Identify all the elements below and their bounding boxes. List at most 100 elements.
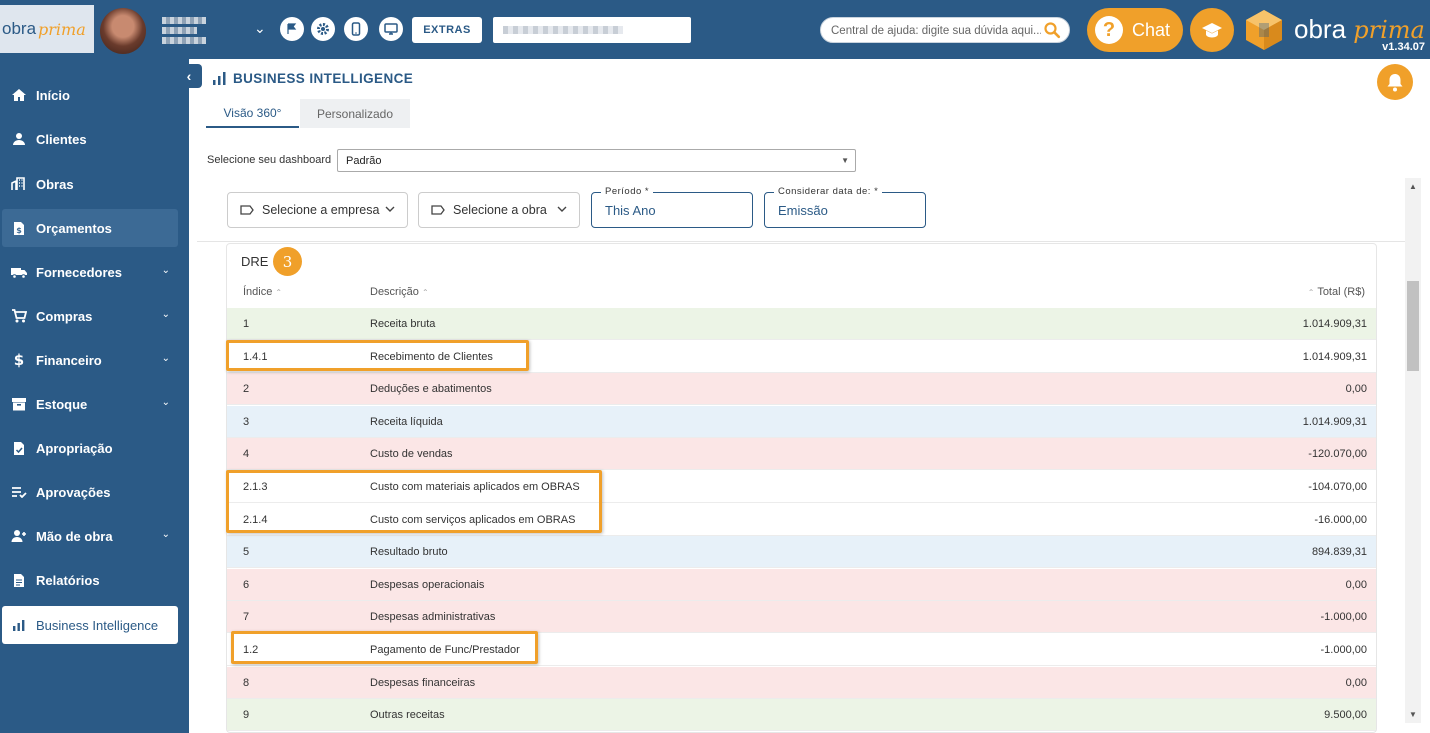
- brand-text: obra: [1294, 14, 1347, 44]
- graduation-cap-button[interactable]: [1190, 8, 1234, 52]
- table-row[interactable]: 8 Despesas financeiras 0,00: [227, 666, 1376, 699]
- dollar-icon: $: [10, 351, 28, 369]
- row-descricao: Custo de vendas: [370, 448, 453, 461]
- table-row[interactable]: 7 Despesas administrativas -1.000,00: [227, 601, 1376, 634]
- user-menu-chevron-icon[interactable]: ⌄: [254, 20, 266, 37]
- bell-icon: [1387, 74, 1403, 92]
- row-descricao: Despesas administrativas: [370, 611, 496, 624]
- help-search[interactable]: [820, 17, 1070, 43]
- sidebar-item-aprovacoes[interactable]: Aprovações: [2, 473, 178, 511]
- column-header-descricao[interactable]: Descrição ⌃: [370, 286, 429, 298]
- sidebar-item-business-intelligence[interactable]: Business Intelligence: [2, 606, 178, 644]
- extras-button[interactable]: EXTRAS: [412, 17, 482, 43]
- chat-button[interactable]: ? Chat: [1087, 8, 1183, 52]
- sidebar-item-orcamentos[interactable]: $ Orçamentos: [2, 209, 178, 247]
- tab-visao-360[interactable]: Visão 360°: [206, 99, 299, 128]
- sidebar-item-label: Clientes: [36, 131, 87, 147]
- scroll-up-icon[interactable]: ▲: [1409, 182, 1417, 191]
- sidebar-item-relatorios[interactable]: Relatórios: [2, 561, 178, 599]
- considerar-data-label: Considerar data de: *: [774, 186, 883, 197]
- row-indice: 3: [243, 415, 250, 428]
- table-row[interactable]: 2 Deduções e abatimentos 0,00: [227, 373, 1376, 406]
- row-descricao: Receita líquida: [370, 415, 443, 428]
- search-icon[interactable]: [1043, 21, 1061, 39]
- sidebar-item-financeiro[interactable]: $ Financeiro ⌄: [2, 341, 178, 379]
- table-row[interactable]: 3 Receita líquida 1.014.909,31: [227, 405, 1376, 438]
- sidebar-item-apropriacao[interactable]: Apropriação: [2, 429, 178, 467]
- sidebar-item-label: Apropriação: [36, 440, 113, 456]
- table-row[interactable]: 1 Receita bruta 1.014.909,31: [227, 308, 1376, 340]
- chat-label: Chat: [1132, 19, 1171, 40]
- question-icon: ?: [1095, 16, 1123, 44]
- help-search-input[interactable]: [831, 22, 1041, 40]
- sidebar-item-clientes[interactable]: Clientes: [2, 120, 178, 158]
- column-header-indice[interactable]: Índice ⌃: [243, 286, 282, 298]
- sidebar-item-inicio[interactable]: Início: [2, 76, 178, 114]
- row-total: 0,00: [1345, 676, 1367, 689]
- dashboard-select-value: Padrão: [346, 155, 382, 167]
- dre-card: DRE 3 Índice ⌃ Descrição ⌃ ⌃ Total (R$) …: [226, 243, 1377, 733]
- notifications-button[interactable]: [1377, 64, 1413, 100]
- table-row[interactable]: 9 Outras receitas 9.500,00: [227, 699, 1376, 732]
- bar-chart-icon: [213, 72, 226, 85]
- row-indice: 6: [243, 578, 250, 591]
- table-row[interactable]: 1.4.1 Recebimento de Clientes 1.014.909,31: [227, 340, 1376, 373]
- row-indice: 9: [243, 709, 250, 722]
- chevron-down-icon: ⌄: [161, 309, 170, 320]
- empresa-filter-button[interactable]: Selecione a empresa: [227, 192, 408, 228]
- row-indice: 2.1.3: [243, 481, 268, 493]
- sidebar-item-fornecedores[interactable]: Fornecedores ⌄: [2, 253, 178, 291]
- company-selector-redacted[interactable]: [493, 17, 691, 43]
- column-header-total[interactable]: ⌃ Total (R$): [1308, 286, 1365, 298]
- periodo-field[interactable]: Período * This Ano: [591, 186, 753, 228]
- row-indice: 2: [243, 383, 250, 396]
- table-row[interactable]: 1.2 Pagamento de Func/Prestador -1.000,00: [227, 634, 1376, 666]
- row-total: -1.000,00: [1320, 644, 1367, 656]
- row-indice: 2.1.4: [243, 513, 268, 526]
- page-title-text: BUSINESS INTELLIGENCE: [233, 71, 414, 86]
- sidebar-item-compras[interactable]: Compras ⌄: [2, 297, 178, 335]
- flag-icon[interactable]: [280, 17, 304, 41]
- dashboard-select[interactable]: Padrão ▼: [337, 149, 856, 172]
- sidebar-item-estoque[interactable]: Estoque ⌄: [2, 385, 178, 423]
- avatar[interactable]: [100, 8, 146, 54]
- tag-icon: [240, 205, 254, 215]
- periodo-label: Período *: [601, 186, 654, 197]
- table-row[interactable]: 4 Custo de vendas -120.070,00: [227, 438, 1376, 471]
- row-total: -104.070,00: [1308, 481, 1367, 493]
- obra-filter-button[interactable]: Selecione a obra: [418, 192, 580, 228]
- bar-chart-icon: [10, 616, 28, 634]
- gear-icon[interactable]: [311, 17, 335, 41]
- mobile-icon[interactable]: [344, 17, 368, 41]
- sidebar-item-obras[interactable]: Obras: [2, 165, 178, 203]
- tab-personalizado[interactable]: Personalizado: [300, 99, 410, 128]
- chevron-down-icon: ⌄: [161, 397, 170, 408]
- sidebar-item-label: Aprovações: [36, 484, 111, 500]
- sidebar-collapse-button[interactable]: ‹: [176, 64, 202, 88]
- sort-icon: ⌃: [275, 288, 283, 297]
- scroll-down-icon[interactable]: ▼: [1409, 710, 1417, 719]
- user-icon: [10, 130, 28, 148]
- row-total: 0,00: [1345, 578, 1367, 591]
- row-total: 9.500,00: [1324, 709, 1367, 722]
- user-name-redacted: [162, 14, 206, 44]
- table-row[interactable]: 6 Despesas operacionais 0,00: [227, 568, 1376, 601]
- row-total: 0,00: [1345, 383, 1367, 396]
- table-row[interactable]: 5 Resultado bruto 894.839,31: [227, 536, 1376, 569]
- home-icon: [10, 86, 28, 104]
- considerar-data-field[interactable]: Considerar data de: * Emissão: [764, 186, 926, 228]
- sidebar-item-label: Início: [36, 87, 70, 103]
- table-row[interactable]: 2.1.4 Custo com serviços aplicados em OBR…: [227, 503, 1376, 536]
- sidebar-item-mao-de-obra[interactable]: Mão de obra ⌄: [2, 517, 178, 555]
- table-row[interactable]: 2.1.3 Custo com materiais aplicados em OB…: [227, 471, 1376, 503]
- scrollbar-thumb[interactable]: [1407, 281, 1419, 371]
- divider: [197, 241, 1405, 242]
- empresa-filter-label: Selecione a empresa: [262, 203, 380, 217]
- app-logo-small[interactable]: obra prima: [0, 5, 94, 53]
- row-total: 894.839,31: [1311, 546, 1367, 559]
- sidebar-item-label: Financeiro: [36, 352, 102, 368]
- desktop-icon[interactable]: [379, 17, 403, 41]
- dashboard-label: Selecione seu dashboard: [207, 154, 332, 166]
- sidebar-item-label: Mão de obra: [36, 528, 113, 544]
- vertical-scrollbar[interactable]: ▲ ▼: [1405, 178, 1421, 723]
